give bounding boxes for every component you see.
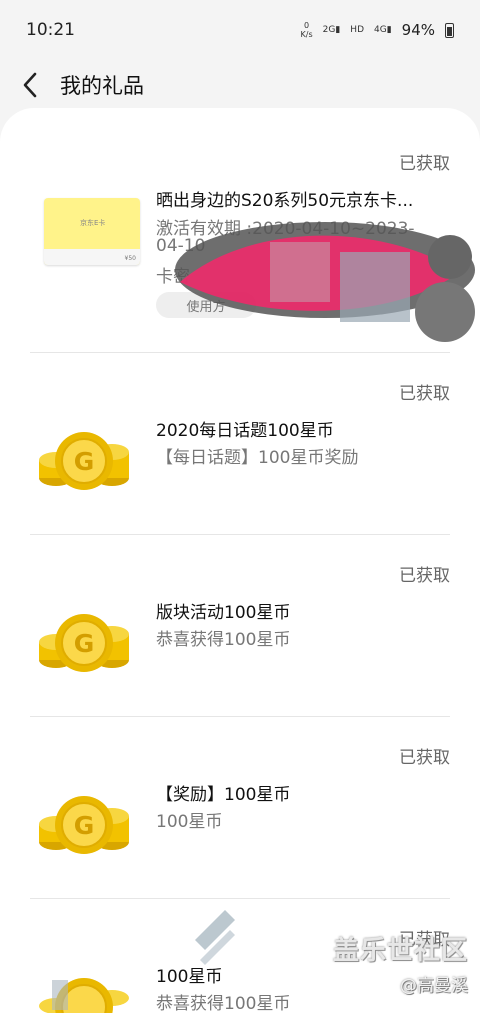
gift-name: 晒出身边的S20系列50元京东卡... xyxy=(156,191,414,211)
app-bar: 我的礼品 xyxy=(0,60,480,110)
gift-card-value: ¥50 xyxy=(124,255,136,262)
signal-2g-label: 2G xyxy=(322,25,336,35)
gift-name: 100星币 xyxy=(156,967,223,987)
gift-status: 已获取 xyxy=(399,154,450,174)
back-button[interactable] xyxy=(0,60,60,110)
gift-status: 已获取 xyxy=(399,384,450,404)
back-arrow-icon xyxy=(23,72,37,98)
gift-card-image: 京东E卡 ¥50 xyxy=(44,198,140,265)
hd-icon: HD xyxy=(350,25,364,35)
gift-status: 已获取 xyxy=(399,566,450,586)
svg-text:G: G xyxy=(74,629,95,658)
gift-desc: 恭喜获得100星币 xyxy=(156,630,291,650)
gift-desc: 【每日话题】100星币奖励 xyxy=(156,448,359,468)
net-speed-value: 0 xyxy=(304,21,310,30)
battery-icon xyxy=(445,22,454,38)
net-speed-unit: K/s xyxy=(300,30,313,39)
gift-code-label: 卡密 xyxy=(156,267,190,287)
status-icons: 0 K/s 2G▮ HD 4G▮ 94% xyxy=(301,21,454,39)
svg-text:G: G xyxy=(74,447,95,476)
gift-desc: 100星币 xyxy=(156,812,223,832)
coin-icon: G xyxy=(39,432,129,490)
coin-icon xyxy=(39,978,129,1013)
gift-desc-cont: 04-10 xyxy=(156,236,206,256)
status-time: 10:21 xyxy=(26,20,75,40)
svg-text:G: G xyxy=(74,811,95,840)
status-bar: 10:21 0 K/s 2G▮ HD 4G▮ 94% xyxy=(0,0,480,60)
gift-status: 已获取 xyxy=(399,930,450,950)
page-title: 我的礼品 xyxy=(60,74,144,98)
battery-percent: 94% xyxy=(401,21,435,39)
usage-button[interactable]: 使用方 xyxy=(156,292,256,318)
gift-desc: 恭喜获得100星币 xyxy=(156,994,291,1014)
gift-name: 版块活动100星币 xyxy=(156,603,291,623)
coin-icon: G xyxy=(39,796,129,854)
gift-status: 已获取 xyxy=(399,748,450,768)
gift-name: 2020每日话题100星币 xyxy=(156,421,334,441)
gift-card-brand: 京东E卡 xyxy=(80,219,106,227)
signal-4g-label: 4G xyxy=(374,25,387,35)
coin-icon: G xyxy=(39,614,129,672)
signal-4g-icon: 4G▮ xyxy=(374,25,392,35)
signal-2g-icon: 2G▮ xyxy=(322,25,341,35)
net-speed: 0 K/s xyxy=(301,21,313,39)
redaction-mark xyxy=(195,910,235,965)
gift-name: 【奖励】100星币 xyxy=(156,785,291,805)
